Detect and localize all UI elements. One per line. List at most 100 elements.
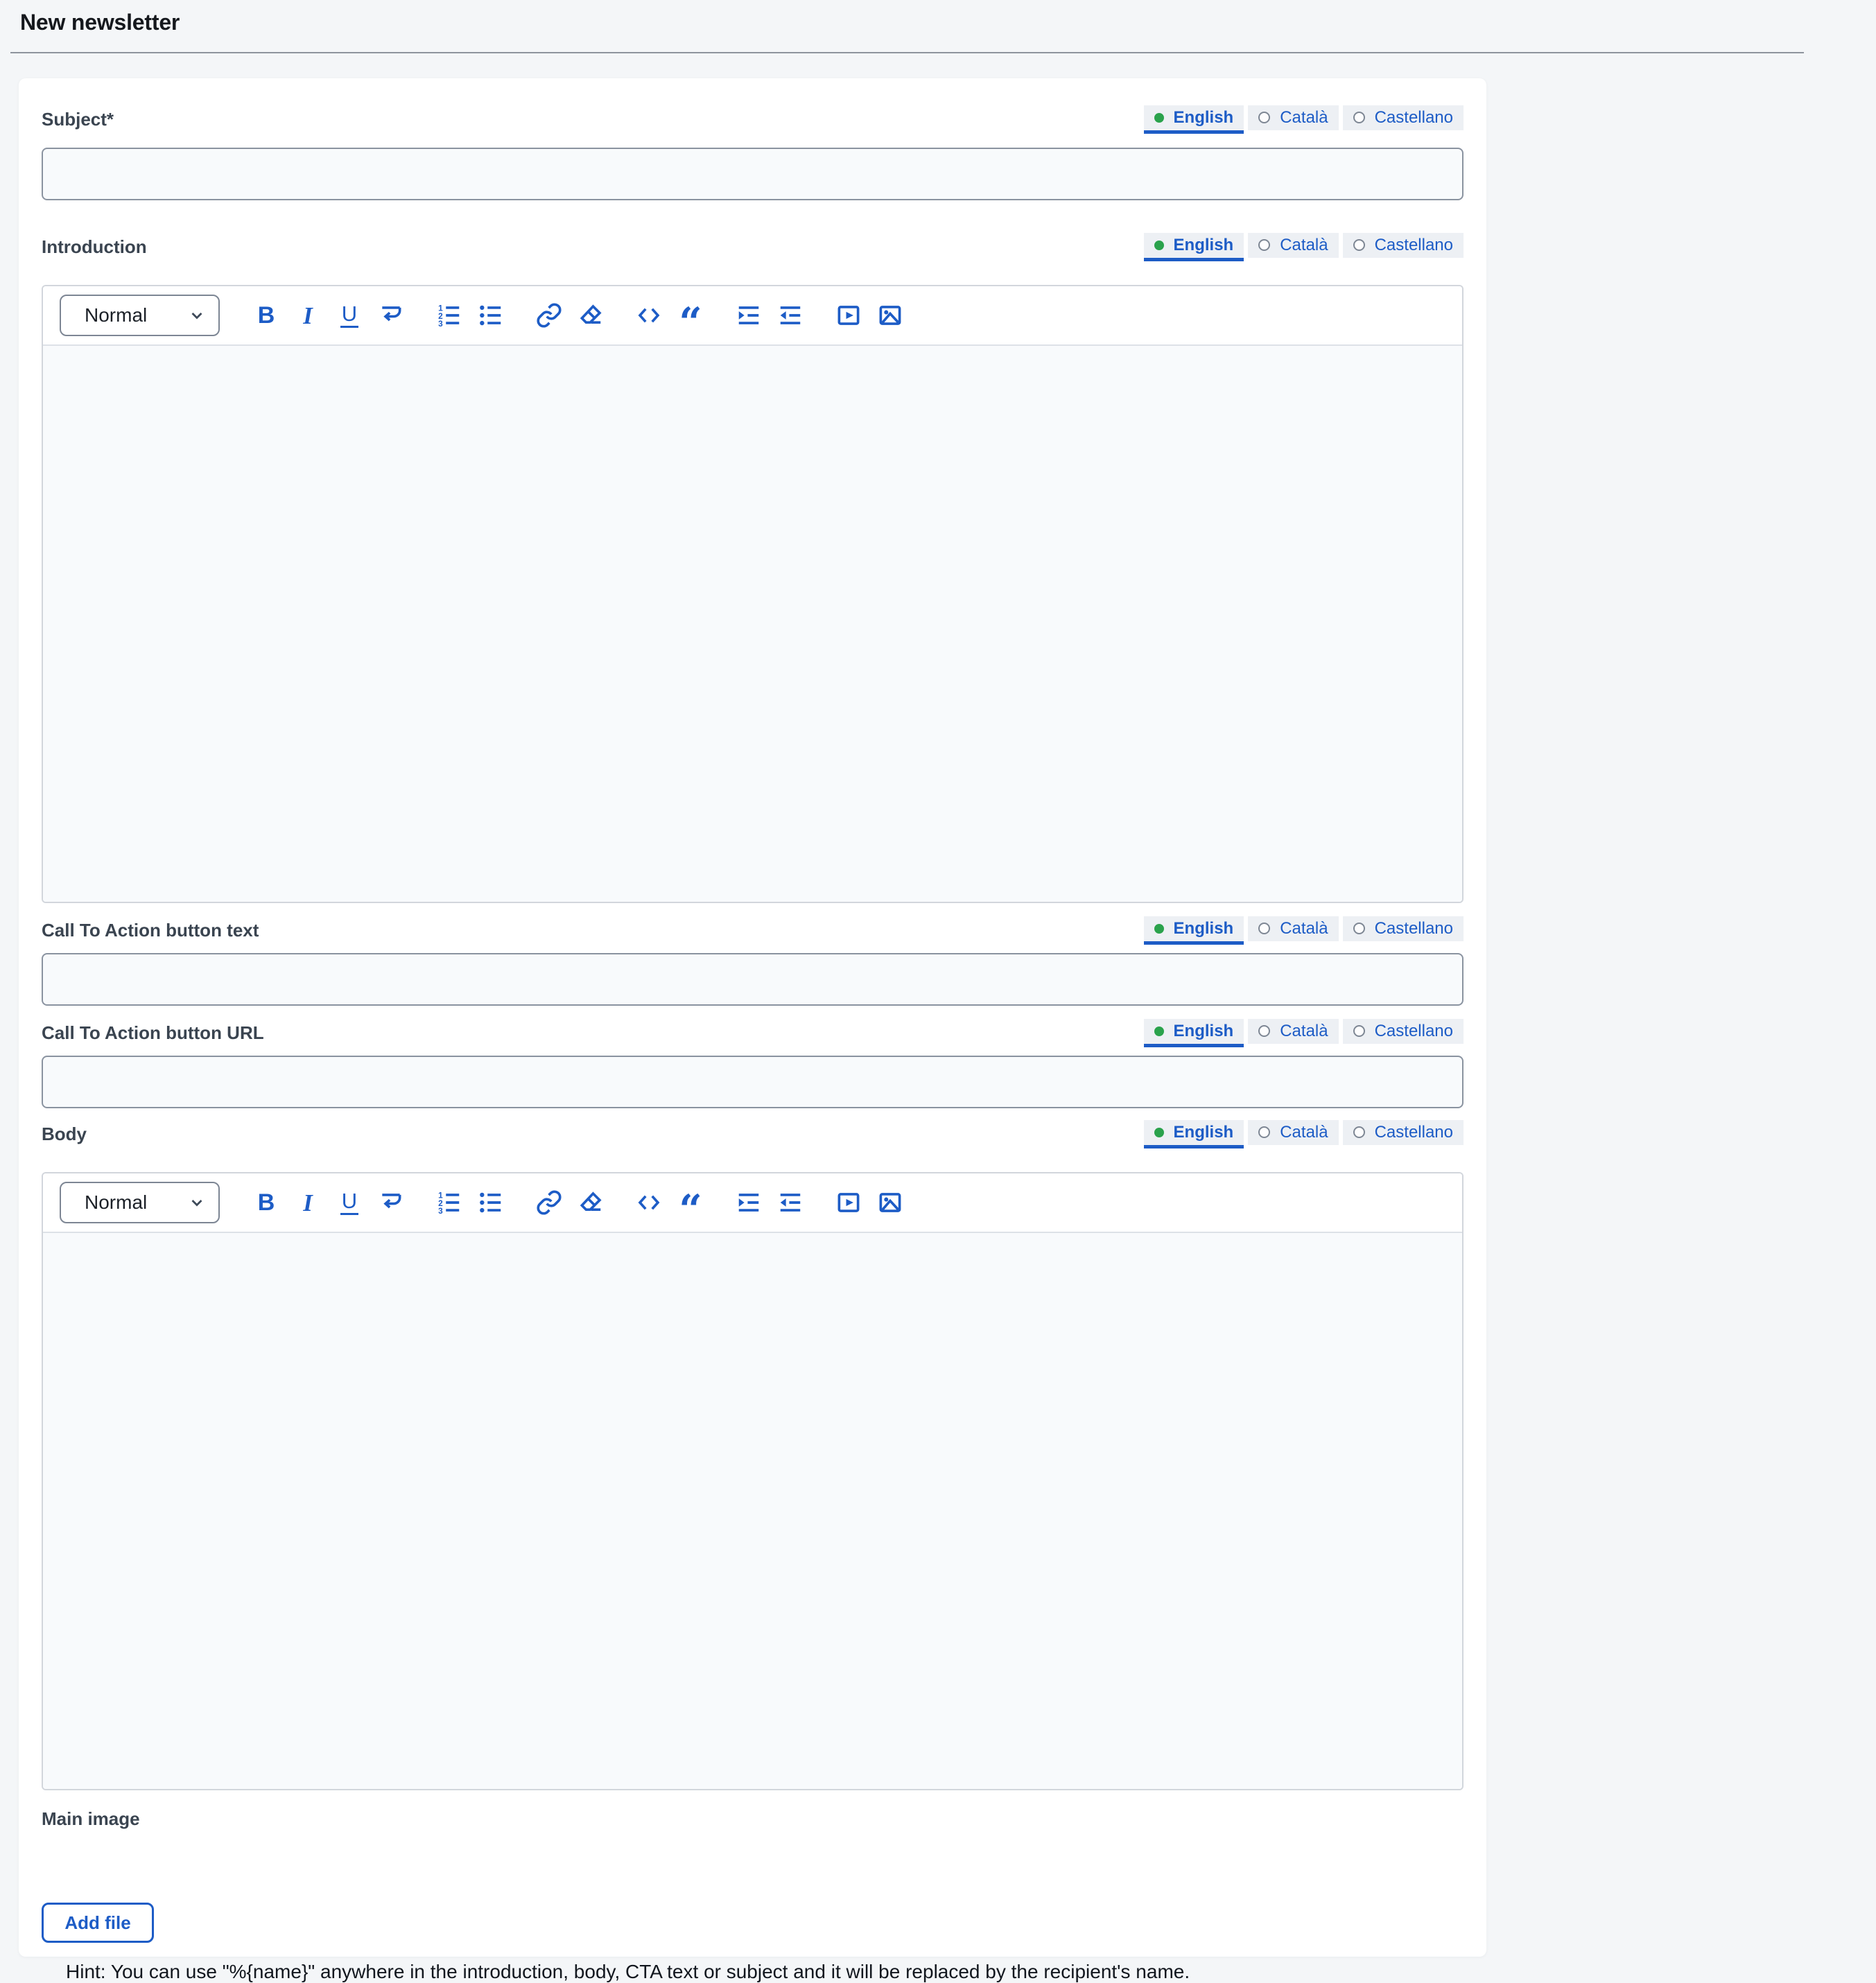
language-tab-catala[interactable]: Català xyxy=(1248,1120,1338,1148)
language-tab-label: Castellano xyxy=(1375,1123,1453,1142)
radio-selected-icon xyxy=(1154,1027,1164,1036)
radio-unselected-icon xyxy=(1353,1025,1365,1037)
body-field-head: Body English Català Castellano xyxy=(42,1118,1464,1150)
indent-decrease-button[interactable] xyxy=(777,300,804,331)
code-icon xyxy=(636,1189,662,1216)
language-tabs-cta-text: English Català Castellano xyxy=(1144,916,1464,945)
hint-text: Hint: You can use "%{name}" anywhere in … xyxy=(66,1961,1464,1983)
underline-button[interactable]: U xyxy=(336,300,363,331)
newsletter-form-card: Subject* English Català Castellano Intro… xyxy=(19,78,1486,1957)
indent-increase-button[interactable] xyxy=(736,1187,762,1218)
cta-url-input[interactable] xyxy=(42,1056,1464,1108)
link-button[interactable] xyxy=(536,1187,562,1218)
main-image-field-head: Main image xyxy=(42,1803,1464,1835)
video-button[interactable] xyxy=(835,1187,862,1218)
body-editor-toolbar: Normal B I U 123 xyxy=(43,1173,1462,1233)
link-icon xyxy=(536,1189,562,1216)
indent-increase-icon xyxy=(736,302,762,329)
language-tab-catala[interactable]: Català xyxy=(1248,916,1338,945)
cta-url-field-head: Call To Action button URL English Català… xyxy=(42,1017,1464,1049)
language-tab-castellano[interactable]: Castellano xyxy=(1343,1019,1464,1047)
clear-formatting-button[interactable] xyxy=(577,300,604,331)
blockquote-icon: “ xyxy=(679,1196,702,1223)
radio-unselected-icon xyxy=(1353,239,1365,251)
bold-icon: B xyxy=(258,304,275,327)
image-button[interactable] xyxy=(877,1187,903,1218)
indent-decrease-button[interactable] xyxy=(777,1187,804,1218)
language-tab-castellano[interactable]: Castellano xyxy=(1343,916,1464,945)
subject-label: Subject* xyxy=(42,109,114,130)
paragraph-style-select[interactable]: Normal xyxy=(60,295,220,336)
bullet-list-button[interactable] xyxy=(478,300,504,331)
ordered-list-button[interactable]: 123 xyxy=(436,1187,462,1218)
bullet-list-icon xyxy=(478,1189,504,1216)
code-button[interactable] xyxy=(636,300,662,331)
ordered-list-icon: 123 xyxy=(436,302,462,329)
language-tab-castellano[interactable]: Castellano xyxy=(1343,233,1464,261)
indent-increase-button[interactable] xyxy=(736,300,762,331)
language-tab-label: English xyxy=(1174,919,1234,938)
language-tab-catala[interactable]: Català xyxy=(1248,105,1338,134)
language-tab-english[interactable]: English xyxy=(1144,233,1244,261)
radio-unselected-icon xyxy=(1258,1126,1270,1138)
radio-unselected-icon xyxy=(1258,112,1270,123)
language-tab-castellano[interactable]: Castellano xyxy=(1343,105,1464,134)
language-tab-catala[interactable]: Català xyxy=(1248,1019,1338,1047)
language-tab-english[interactable]: English xyxy=(1144,105,1244,134)
language-tab-label: Català xyxy=(1280,108,1328,128)
radio-selected-icon xyxy=(1154,113,1164,123)
add-file-button[interactable]: Add file xyxy=(42,1903,154,1943)
page-header: New newsletter xyxy=(0,0,1876,35)
video-icon xyxy=(835,302,862,329)
indent-increase-icon xyxy=(736,1189,762,1216)
body-editor-content[interactable] xyxy=(43,1233,1462,1789)
line-break-button[interactable] xyxy=(378,1187,404,1218)
language-tab-english[interactable]: English xyxy=(1144,1120,1244,1148)
language-tab-label: Català xyxy=(1280,919,1328,938)
paragraph-style-select[interactable]: Normal xyxy=(60,1182,220,1223)
italic-button[interactable]: I xyxy=(295,300,321,331)
image-icon xyxy=(877,1189,903,1216)
page-title: New newsletter xyxy=(20,10,1876,35)
video-icon xyxy=(835,1189,862,1216)
video-button[interactable] xyxy=(835,300,862,331)
cta-text-input[interactable] xyxy=(42,953,1464,1006)
introduction-editor-content[interactable] xyxy=(43,346,1462,902)
introduction-field-head: Introduction English Català Castellano xyxy=(42,231,1464,263)
underline-button[interactable]: U xyxy=(336,1187,363,1218)
blockquote-button[interactable]: “ xyxy=(677,300,704,331)
radio-selected-icon xyxy=(1154,241,1164,250)
link-button[interactable] xyxy=(536,300,562,331)
radio-unselected-icon xyxy=(1258,239,1270,251)
clear-formatting-button[interactable] xyxy=(577,1187,604,1218)
bullet-list-icon xyxy=(478,302,504,329)
language-tab-castellano[interactable]: Castellano xyxy=(1343,1120,1464,1148)
image-button[interactable] xyxy=(877,300,903,331)
bold-button[interactable]: B xyxy=(253,300,279,331)
radio-unselected-icon xyxy=(1258,1025,1270,1037)
ordered-list-button[interactable]: 123 xyxy=(436,300,462,331)
image-icon xyxy=(877,302,903,329)
language-tab-english[interactable]: English xyxy=(1144,1019,1244,1047)
italic-button[interactable]: I xyxy=(295,1187,321,1218)
bold-button[interactable]: B xyxy=(253,1187,279,1218)
introduction-label: Introduction xyxy=(42,236,147,258)
language-tab-catala[interactable]: Català xyxy=(1248,233,1338,261)
indent-decrease-icon xyxy=(777,302,804,329)
language-tab-label: Castellano xyxy=(1375,919,1453,938)
line-break-icon xyxy=(378,302,404,329)
language-tab-label: Castellano xyxy=(1375,236,1453,255)
underline-icon: U xyxy=(340,303,358,328)
blockquote-button[interactable]: “ xyxy=(677,1187,704,1218)
language-tab-english[interactable]: English xyxy=(1144,916,1244,945)
chevron-down-icon xyxy=(188,1194,206,1212)
language-tab-label: English xyxy=(1174,1123,1234,1142)
language-tab-label: Castellano xyxy=(1375,1022,1453,1041)
subject-input[interactable] xyxy=(42,148,1464,200)
radio-unselected-icon xyxy=(1353,923,1365,934)
bullet-list-button[interactable] xyxy=(478,1187,504,1218)
code-button[interactable] xyxy=(636,1187,662,1218)
line-break-button[interactable] xyxy=(378,300,404,331)
language-tabs-introduction: English Català Castellano xyxy=(1144,233,1464,261)
radio-selected-icon xyxy=(1154,1128,1164,1137)
